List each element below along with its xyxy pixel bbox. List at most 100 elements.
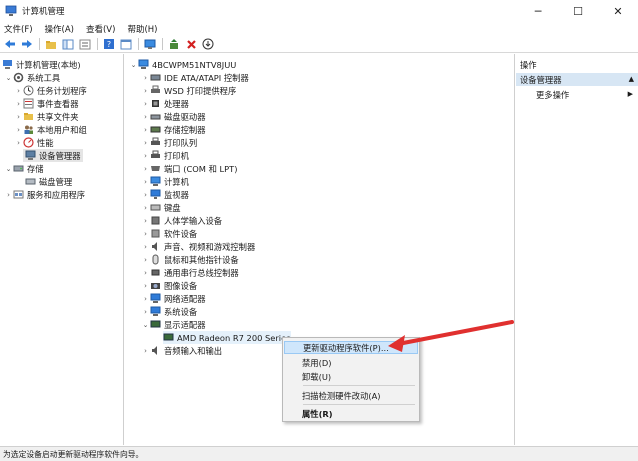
expand-chevron-icon[interactable]: ›: [141, 201, 150, 214]
tree-item-shared-folders[interactable]: › 共享文件夹: [14, 110, 78, 123]
device-amd-radeon[interactable]: AMD Radeon R7 200 Series: [163, 331, 291, 344]
device-category[interactable]: › 监视器: [141, 188, 189, 201]
context-menu-update-driver[interactable]: 更新驱动程序软件(P)...: [284, 341, 418, 354]
expand-chevron-icon[interactable]: ›: [14, 136, 23, 149]
hid-icon: [150, 215, 161, 226]
device-category[interactable]: › 打印队列: [141, 136, 197, 149]
device-category[interactable]: › 计算机: [141, 175, 189, 188]
device-category[interactable]: › 音频输入和输出: [141, 344, 222, 357]
device-category[interactable]: › 鼠标和其他指针设备: [141, 253, 239, 266]
maximize-button[interactable]: ☐: [558, 0, 598, 22]
actions-group-device-manager[interactable]: 设备管理器 ▲: [516, 73, 638, 86]
device-label: AMD Radeon R7 200 Series: [177, 332, 291, 343]
device-category[interactable]: › 人体学输入设备: [141, 214, 222, 227]
device-category[interactable]: › 声音、视频和游戏控制器: [141, 240, 255, 253]
device-category[interactable]: › 图像设备: [141, 279, 197, 292]
menu-bar: 文件(F) 操作(A) 查看(V) 帮助(H): [0, 22, 638, 36]
device-category[interactable]: › 端口 (COM 和 LPT): [141, 162, 237, 175]
expand-chevron-icon[interactable]: ›: [141, 97, 150, 110]
tree-item-disk-management[interactable]: 磁盘管理: [23, 175, 72, 188]
help-icon[interactable]: ?: [102, 37, 116, 51]
menu-file[interactable]: 文件(F): [4, 23, 33, 35]
uninstall-x-icon[interactable]: [184, 37, 198, 51]
device-category[interactable]: › 键盘: [141, 201, 181, 214]
device-category[interactable]: › 网络适配器: [141, 292, 206, 305]
expand-chevron-icon[interactable]: ›: [141, 279, 150, 292]
expand-chevron-icon[interactable]: ›: [141, 110, 150, 123]
tree-item-device-manager[interactable]: 设备管理器: [23, 149, 83, 162]
expand-chevron-icon[interactable]: ›: [141, 227, 150, 240]
menu-help[interactable]: 帮助(H): [127, 23, 157, 35]
actions-more-item[interactable]: 更多操作 ▶: [516, 88, 638, 101]
expand-chevron-icon[interactable]: ›: [141, 162, 150, 175]
close-button[interactable]: ✕: [598, 0, 638, 22]
monitor-icon: [150, 189, 161, 200]
device-category[interactable]: › 处理器: [141, 97, 189, 110]
svg-text:?: ?: [107, 40, 111, 49]
menu-action[interactable]: 操作(A): [45, 23, 74, 35]
update-driver-icon[interactable]: [167, 37, 181, 51]
expand-chevron-icon[interactable]: ›: [141, 266, 150, 279]
context-menu-separator: [303, 404, 415, 405]
expand-chevron-icon[interactable]: ›: [14, 84, 23, 97]
properties-window-icon[interactable]: [119, 37, 133, 51]
task-scheduler-icon: [23, 85, 34, 96]
tree-item-computer-management[interactable]: 计算机管理(本地): [2, 58, 81, 71]
tree-item-services-apps[interactable]: › 服务和应用程序: [4, 188, 85, 201]
device-category[interactable]: › 打印机: [141, 149, 189, 162]
expand-chevron-icon[interactable]: ›: [141, 305, 150, 318]
display-adapter-icon: [150, 319, 161, 330]
device-category[interactable]: › WSD 打印提供程序: [141, 84, 236, 97]
tree-item-system-tools[interactable]: ⌄ 系统工具: [4, 71, 61, 84]
menu-view[interactable]: 查看(V): [86, 23, 115, 35]
expand-chevron-icon[interactable]: ›: [141, 136, 150, 149]
expand-chevron-icon[interactable]: ›: [141, 240, 150, 253]
expand-chevron-icon[interactable]: ›: [141, 253, 150, 266]
tree-item-event-viewer[interactable]: › 事件查看器: [14, 97, 79, 110]
device-category[interactable]: › 系统设备: [141, 305, 197, 318]
console-monitor-icon[interactable]: [143, 37, 157, 51]
back-arrow-icon[interactable]: [3, 37, 17, 51]
context-menu-scan-hardware[interactable]: 扫描检测硬件改动(A): [284, 389, 418, 402]
tree-item-local-users[interactable]: › 本地用户和组: [14, 123, 87, 136]
device-category[interactable]: › 存储控制器: [141, 123, 205, 136]
list-view-icon[interactable]: [78, 37, 92, 51]
minimize-button[interactable]: ─: [518, 0, 558, 22]
collapse-chevron-icon[interactable]: ⌄: [129, 58, 138, 71]
context-menu-uninstall[interactable]: 卸载(U): [284, 370, 418, 383]
expand-chevron-icon[interactable]: ›: [4, 188, 13, 201]
up-folder-icon[interactable]: [44, 37, 58, 51]
expand-chevron-icon[interactable]: ›: [141, 214, 150, 227]
device-category[interactable]: › 软件设备: [141, 227, 197, 240]
context-menu-disable[interactable]: 禁用(D): [284, 356, 418, 369]
download-circle-icon[interactable]: [201, 37, 215, 51]
expand-chevron-icon[interactable]: ›: [141, 71, 150, 84]
storage-controller-icon: [150, 124, 161, 135]
tree-item-storage[interactable]: ⌄ 存储: [4, 162, 44, 175]
expand-chevron-icon[interactable]: ›: [14, 97, 23, 110]
show-hide-tree-icon[interactable]: [61, 37, 75, 51]
collapse-chevron-icon[interactable]: ⌄: [4, 162, 13, 175]
imaging-device-icon: [150, 280, 161, 291]
device-category[interactable]: › 通用串行总线控制器: [141, 266, 239, 279]
expand-chevron-icon[interactable]: ›: [14, 123, 23, 136]
expand-chevron-icon[interactable]: ›: [141, 149, 150, 162]
expand-chevron-icon[interactable]: ›: [141, 292, 150, 305]
device-category[interactable]: › 磁盘驱动器: [141, 110, 205, 123]
forward-arrow-icon[interactable]: [20, 37, 34, 51]
expand-chevron-icon[interactable]: ›: [141, 175, 150, 188]
device-category-display-adapters[interactable]: ⌄ 显示适配器: [141, 318, 206, 331]
context-menu-properties[interactable]: 属性(R): [284, 407, 418, 420]
expand-chevron-icon[interactable]: ›: [14, 110, 23, 123]
tree-item-performance[interactable]: › 性能: [14, 136, 54, 149]
expand-chevron-icon[interactable]: ›: [141, 188, 150, 201]
device-tree-root[interactable]: ⌄ 4BCWPM51NTV8JUU: [129, 58, 236, 71]
expand-chevron-icon[interactable]: ›: [141, 84, 150, 97]
device-category[interactable]: › IDE ATA/ATAPI 控制器: [141, 71, 249, 84]
collapse-chevron-icon[interactable]: ⌄: [4, 71, 13, 84]
collapse-chevron-icon[interactable]: ⌄: [141, 318, 150, 331]
expand-chevron-icon[interactable]: ›: [141, 123, 150, 136]
expand-chevron-icon[interactable]: ›: [141, 344, 150, 357]
tree-item-task-scheduler[interactable]: › 任务计划程序: [14, 84, 87, 97]
collapse-up-icon[interactable]: ▲: [629, 75, 634, 83]
